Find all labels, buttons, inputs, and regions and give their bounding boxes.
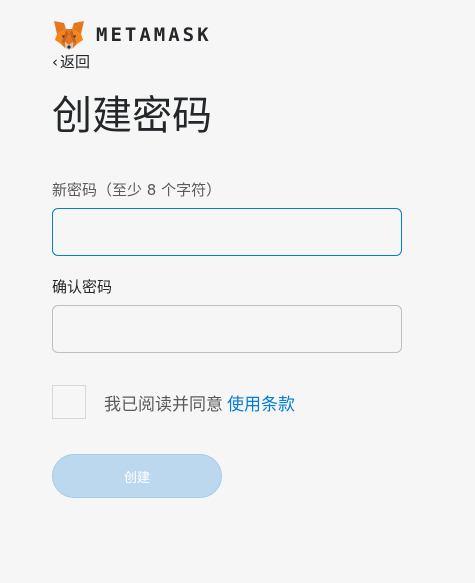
confirm-password-field[interactable] bbox=[52, 305, 402, 353]
terms-text-container: 我已阅读并同意 使用条款 bbox=[104, 390, 295, 415]
terms-text: 我已阅读并同意 bbox=[104, 394, 223, 415]
chevron-left-icon: ‹ bbox=[52, 53, 58, 71]
brand-header: METAMASK bbox=[52, 18, 212, 52]
new-password-field[interactable] bbox=[52, 208, 402, 256]
create-button[interactable]: 创建 bbox=[52, 454, 222, 498]
terms-checkbox[interactable] bbox=[52, 385, 86, 419]
create-password-page: METAMASK ‹ 返回 创建密码 新密码（至少 8 个字符） 确认密码 我已… bbox=[0, 0, 475, 583]
back-label: 返回 bbox=[60, 53, 91, 71]
page-title: 创建密码 bbox=[52, 93, 212, 139]
new-password-label: 新密码（至少 8 个字符） bbox=[52, 181, 222, 199]
terms-of-use-link[interactable]: 使用条款 bbox=[227, 395, 295, 415]
confirm-password-label: 确认密码 bbox=[52, 278, 113, 296]
metamask-fox-icon bbox=[54, 21, 84, 50]
metamask-wordmark: METAMASK bbox=[96, 24, 212, 46]
back-link[interactable]: ‹ 返回 bbox=[52, 52, 90, 72]
terms-row: 我已阅读并同意 使用条款 bbox=[52, 385, 295, 419]
